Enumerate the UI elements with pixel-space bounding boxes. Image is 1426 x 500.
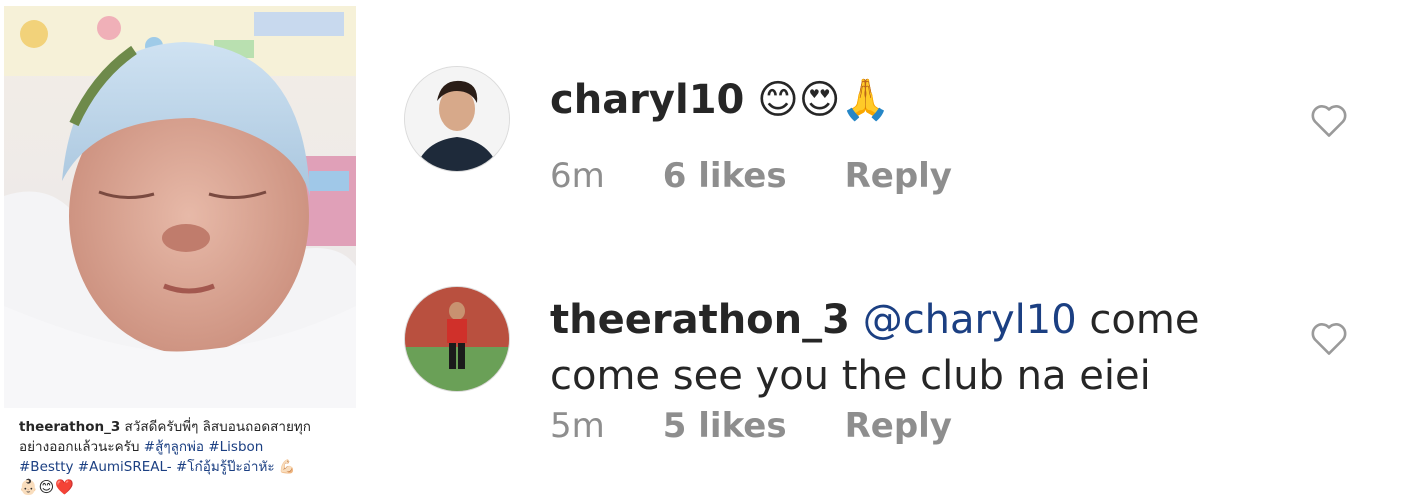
- comment-time: 5m: [550, 406, 605, 446]
- comment-likes[interactable]: 6 likes: [663, 156, 787, 196]
- reply-button[interactable]: Reply: [845, 406, 952, 446]
- avatar-image: [405, 287, 509, 391]
- caption-emoji: 💪🏻: [278, 459, 296, 475]
- post-photo[interactable]: [4, 6, 356, 408]
- comment-likes[interactable]: 5 likes: [663, 406, 787, 446]
- comment-meta: 6m 6 likes Reply: [550, 156, 952, 196]
- avatar[interactable]: [404, 66, 510, 172]
- mention-link[interactable]: @charyl10: [863, 297, 1077, 343]
- post-caption: theerathon_3 สวัสดีครับพี่ๆ ลิสบอนถอดสาย…: [19, 417, 349, 498]
- hashtag-link[interactable]: #Bestty: [19, 459, 74, 475]
- caption-text: สวัสดีครับพี่ๆ ลิสบอนถอดสายทุก: [120, 419, 311, 435]
- heart-outline-icon[interactable]: [1309, 320, 1349, 356]
- comment-body: charyl10 😊😍🙏: [550, 72, 1250, 128]
- avatar-image: [405, 67, 509, 171]
- avatar[interactable]: [404, 286, 510, 392]
- post: [4, 6, 356, 408]
- reply-button[interactable]: Reply: [845, 156, 952, 196]
- heart-outline-icon[interactable]: [1309, 102, 1349, 138]
- comment-meta: 5m 5 likes Reply: [550, 406, 952, 446]
- comment-text: 😊😍🙏: [744, 77, 891, 123]
- comment-text: come see you the club na eiei: [550, 353, 1151, 399]
- comment-time: 6m: [550, 156, 605, 196]
- caption-username[interactable]: theerathon_3: [19, 419, 120, 435]
- hashtag-link[interactable]: #โก๋อุ้มรู้ป๊ะอ่าหัะ: [176, 459, 275, 475]
- caption-text: อย่างออกแล้วนะครับ: [19, 439, 144, 455]
- baby-photo-image: [4, 6, 356, 408]
- caption-emoji: 👶🏻😊❤️: [19, 478, 75, 496]
- comment-username[interactable]: charyl10: [550, 77, 744, 123]
- hashtag-link[interactable]: #AumiSREAL-: [78, 459, 172, 475]
- hashtag-link[interactable]: #Lisbon: [208, 439, 263, 455]
- comment-username[interactable]: theerathon_3: [550, 297, 850, 343]
- comment-text: come: [1076, 297, 1200, 343]
- comment-body: theerathon_3 @charyl10 come come see you…: [550, 292, 1250, 404]
- hashtag-link[interactable]: #สู้ๆลูกพ่อ: [144, 439, 204, 455]
